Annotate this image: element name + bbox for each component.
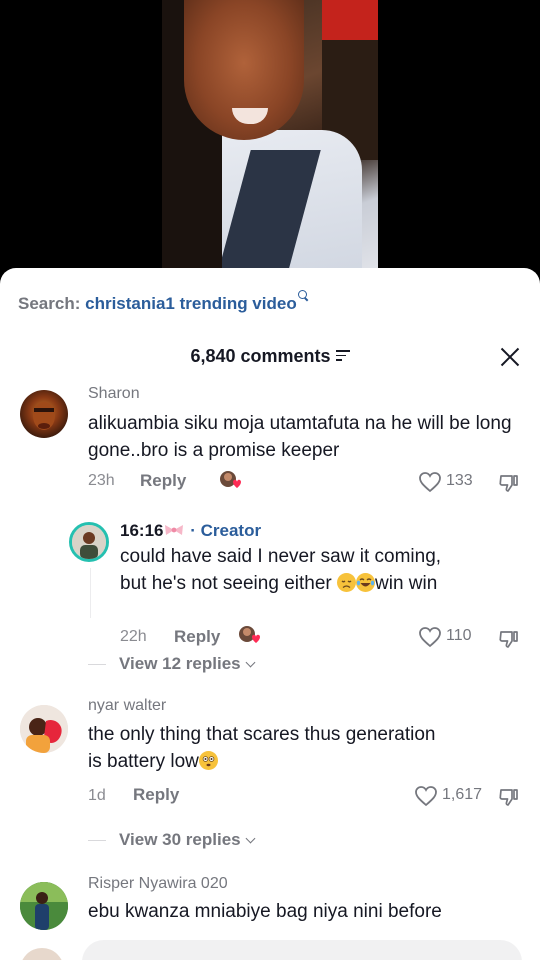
- reply-item: 16:16 · Creator could have said I never …: [0, 518, 540, 648]
- like-count: 133: [446, 472, 473, 489]
- comment-timestamp: 23h: [88, 472, 115, 489]
- flushed-emoji-icon: [198, 751, 218, 770]
- like-count: 110: [446, 627, 472, 644]
- creator-liked-icon: [239, 626, 260, 643]
- search-icon[interactable]: [297, 290, 309, 301]
- comment-input-bar[interactable]: [82, 940, 522, 960]
- comment-timestamp: 1d: [88, 787, 106, 804]
- creator-liked-icon: [220, 471, 241, 488]
- avatar-image: [33, 402, 55, 430]
- heart-icon: [419, 472, 441, 493]
- comment-text-line: the only thing that scares thus generati…: [88, 724, 436, 745]
- close-button[interactable]: [497, 344, 523, 370]
- like-count: 1,617: [442, 786, 483, 803]
- divider: [88, 664, 106, 665]
- reply-timestamp-text: 22h: [120, 628, 147, 645]
- search-prefix: Search:: [18, 294, 81, 313]
- avatar-image: [20, 705, 68, 753]
- chevron-down-icon: [245, 833, 256, 844]
- video-area[interactable]: [0, 0, 540, 290]
- creator-avatar[interactable]: [69, 522, 109, 562]
- comment-username[interactable]: Risper Nyawira 020: [88, 875, 228, 893]
- view-replies-button[interactable]: View 30 replies: [119, 830, 256, 850]
- like-button[interactable]: 1,617: [414, 785, 486, 807]
- avatar[interactable]: [20, 882, 68, 930]
- bow-emoji-icon: [165, 525, 184, 535]
- thread-line: [90, 568, 91, 618]
- comments-count-label: 6,840 comments: [190, 346, 331, 366]
- comment-item: Sharon alikuambia siku moja utamtafuta n…: [0, 382, 540, 494]
- reply-text-line: could have said I never saw it coming,: [120, 546, 442, 567]
- view-replies-label: View 12 replies: [119, 654, 241, 673]
- heart-icon: [415, 786, 437, 807]
- comment-text: the only thing that scares thus generati…: [88, 721, 518, 775]
- comments-sheet: Search: christania1 trending video 6,840…: [0, 268, 540, 960]
- comment-username[interactable]: Sharon: [88, 385, 140, 403]
- reply-text-line: but he's not seeing either: [120, 573, 337, 594]
- avatar-image: [72, 525, 106, 559]
- divider: [88, 840, 106, 841]
- view-replies-label: View 30 replies: [119, 830, 241, 849]
- comment-text-line: is battery low: [88, 751, 199, 772]
- view-replies-button[interactable]: View 12 replies: [119, 654, 256, 674]
- dislike-icon[interactable]: [498, 786, 520, 808]
- like-button[interactable]: 133: [418, 471, 478, 493]
- creator-badge: · Creator: [190, 521, 262, 540]
- laughing-tears-emoji-icon: [356, 573, 375, 592]
- disappointed-emoji-icon: [337, 573, 356, 592]
- reply-username[interactable]: 16:16 · Creator: [120, 521, 261, 541]
- reply-button[interactable]: Reply: [133, 785, 179, 805]
- comment-text: alikuambia siku moja utamtafuta na he wi…: [88, 413, 512, 461]
- reply-button[interactable]: Reply: [174, 627, 220, 647]
- avatar-image: [20, 882, 68, 930]
- reply-text-line: win win: [375, 573, 438, 594]
- avatar[interactable]: [20, 390, 68, 438]
- heart-icon: [419, 627, 441, 648]
- reply-text: could have said I never saw it coming, b…: [120, 543, 520, 597]
- search-suggestion[interactable]: Search: christania1 trending video: [18, 290, 309, 314]
- video-thumbnail[interactable]: [162, 0, 378, 290]
- avatar[interactable]: [20, 705, 68, 753]
- comments-count-title: 6,840 comments: [0, 346, 540, 367]
- search-term-link[interactable]: christania1 trending video: [85, 294, 297, 313]
- video-background: [322, 0, 378, 40]
- chevron-down-icon: [245, 657, 256, 668]
- like-button[interactable]: 110: [418, 626, 478, 648]
- dislike-icon[interactable]: [498, 472, 520, 494]
- dislike-icon[interactable]: [498, 628, 520, 650]
- reply-button[interactable]: Reply: [140, 471, 186, 491]
- comment-text: ebu kwanza mniabiye bag niya nini before: [88, 901, 442, 922]
- sort-filter-icon[interactable]: [335, 350, 350, 361]
- reply-username-text: 16:16: [120, 521, 164, 540]
- comments-header: 6,840 comments: [0, 344, 540, 374]
- comment-username[interactable]: nyar walter: [88, 697, 166, 715]
